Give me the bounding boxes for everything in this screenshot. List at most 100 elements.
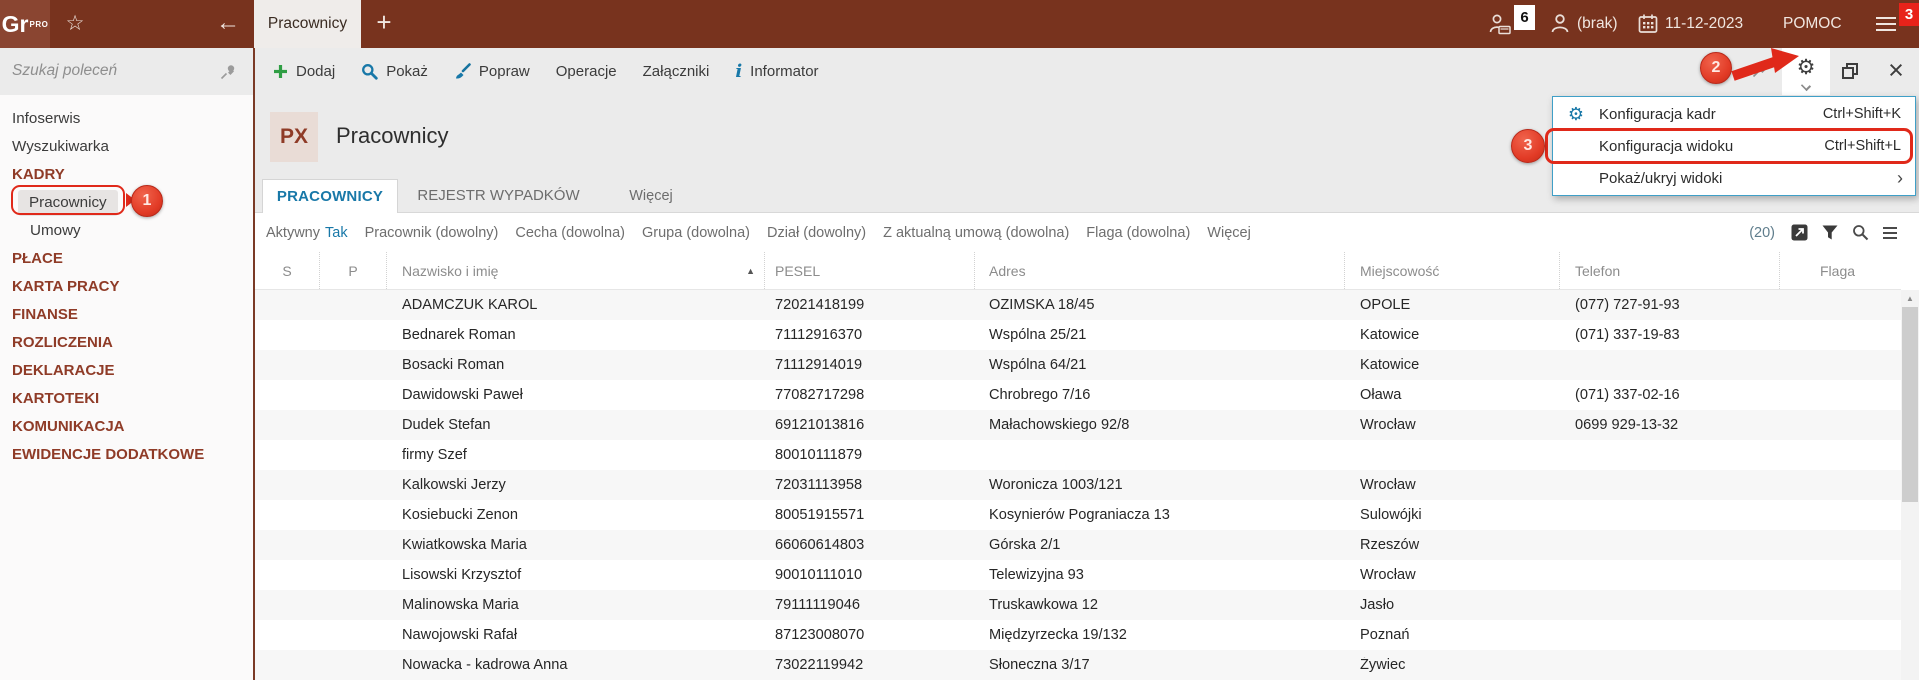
sidebar-item-infoserwis[interactable]: Infoserwis [0, 105, 253, 133]
filter-funnel-icon[interactable] [1822, 225, 1838, 240]
cell-city: Rzeszów [1360, 537, 1420, 553]
tab-wiecej[interactable]: Więcej [623, 179, 679, 213]
sidebar-item-umowy[interactable]: Umowy [0, 217, 253, 245]
tab-rejestr-wypadkow[interactable]: REJESTR WYPADKÓW [412, 179, 585, 213]
sidebar-item-wyszukiwarka[interactable]: Wyszukiwarka [0, 133, 253, 161]
cell-pesel: 72021418199 [775, 297, 865, 313]
plus-icon [274, 65, 287, 78]
close-button[interactable]: × [1879, 48, 1913, 95]
sessions-button[interactable] [1487, 0, 1514, 48]
filter-umowa[interactable]: Z aktualną umową (dowolna) [883, 225, 1069, 241]
cell-pesel: 73022119942 [775, 657, 864, 673]
table-row[interactable]: Malinowska Maria 79111119046 Truskawkowa 1… [255, 590, 1901, 620]
add-button[interactable]: Dodaj [260, 48, 348, 95]
column-header-telefon[interactable]: Telefon [1560, 252, 1780, 289]
cell-phone: (071) 337-02-16 [1575, 387, 1680, 403]
column-header-p[interactable]: P [320, 252, 387, 289]
scrollbar-thumb[interactable] [1902, 307, 1918, 502]
command-search-zone [0, 48, 253, 95]
help-button[interactable]: POMOC [1783, 0, 1842, 48]
filter-wiecej[interactable]: Więcej [1207, 225, 1251, 241]
table-row[interactable]: Kalkowski Jerzy 72031113958 Woronicza 1003… [255, 470, 1901, 500]
command-search-input[interactable] [10, 56, 210, 86]
current-date: 11-12-2023 [1665, 15, 1744, 32]
sidebar-divider [253, 48, 255, 680]
cell-pesel: 87123008070 [775, 627, 865, 643]
filter-aktywny[interactable]: Aktywny Tak [266, 225, 348, 241]
page-title: Pracownicy [336, 123, 449, 148]
cell-adres: Słoneczna 3/17 [989, 657, 1090, 673]
column-header-name[interactable]: Nazwisko i imię ▲ [387, 252, 765, 289]
sidebar-category-komunikacja[interactable]: KOMUNIKACJA [0, 413, 253, 441]
scroll-up-icon[interactable]: ▲ [1901, 290, 1919, 307]
date-button[interactable]: 11-12-2023 [1638, 0, 1743, 48]
operations-button[interactable]: Operacje [543, 48, 630, 95]
table-header: S P Nazwisko i imię ▲ PESEL Adres Miejsc… [255, 252, 1901, 290]
column-header-pesel[interactable]: PESEL [765, 252, 975, 289]
table-row[interactable]: Dawidowski Paweł 77082717298 Chrobrego 7/1… [255, 380, 1901, 410]
table-row[interactable]: Kwiatkowska Maria 66060614803 Górska 2/1 Rz… [255, 530, 1901, 560]
column-header-s[interactable]: S [255, 252, 320, 289]
cell-city: Poznań [1360, 627, 1410, 643]
filter-grupa[interactable]: Grupa (dowolna) [642, 225, 750, 241]
cell-name: Bosacki Roman [402, 357, 505, 373]
user-button[interactable]: (brak) [1549, 0, 1617, 48]
sidebar-category-kartoteki[interactable]: KARTOTEKI [0, 385, 253, 413]
cell-city: Wrocław [1360, 477, 1416, 493]
filter-cecha[interactable]: Cecha (dowolna) [515, 225, 625, 241]
column-header-miejscowosc[interactable]: Miejscowość [1345, 252, 1560, 289]
table-row[interactable]: firmy Szef 80010111879 [255, 440, 1901, 470]
sidebar-category-karta-pracy[interactable]: KARTA PRACY [0, 273, 253, 301]
informator-button[interactable]: i Informator [722, 48, 831, 95]
user-icon [1551, 14, 1569, 33]
cell-city: Żywiec [1360, 657, 1406, 673]
main-menu-button[interactable] [1876, 0, 1896, 48]
filter-aktywny-value[interactable]: Tak [325, 225, 348, 241]
search-list-icon[interactable] [1852, 224, 1869, 241]
table-row[interactable]: Bednarek Roman 71112916370 Wspólna 25/21 Ka… [255, 320, 1901, 350]
column-header-flaga[interactable]: Flaga [1780, 252, 1901, 289]
table-row[interactable]: Nawojowski Rafał 87123008070 Międzyrzecka … [255, 620, 1901, 650]
show-button[interactable]: Pokaż [348, 48, 441, 95]
filter-dzial[interactable]: Dział (dowolny) [767, 225, 866, 241]
help-label: POMOC [1783, 15, 1842, 32]
table-row[interactable]: Dudek Stefan 69121013816 Małachowskiego 92… [255, 410, 1901, 440]
show-label: Pokaż [386, 63, 428, 80]
app-logo[interactable]: Gr PRO [0, 0, 50, 48]
window-tab-pracownicy[interactable]: Pracownicy [254, 0, 361, 48]
table-row[interactable]: Lisowski Krzysztof 90010111010 Telewizyjna… [255, 560, 1901, 590]
filter-flaga[interactable]: Flaga (dowolna) [1086, 225, 1190, 241]
annotation-circle-3: 3 [1511, 129, 1545, 163]
sidebar-category-finanse[interactable]: FINANSE [0, 301, 253, 329]
column-header-adres[interactable]: Adres [975, 252, 1345, 289]
pin-icon[interactable] [220, 63, 237, 80]
list-menu-icon[interactable] [1883, 224, 1897, 242]
sidebar-category-place[interactable]: PŁACE [0, 245, 253, 273]
menu-item-konfiguracja-kadr[interactable]: ⚙ Konfiguracja kadr Ctrl+Shift+K [1553, 98, 1915, 130]
cell-name: Dawidowski Paweł [402, 387, 523, 403]
filter-pracownik[interactable]: Pracownik (dowolny) [365, 225, 499, 241]
new-tab-button[interactable]: + [366, 0, 402, 48]
restore-window-button[interactable] [1842, 63, 1858, 79]
cell-name: Dudek Stefan [402, 417, 491, 433]
attachments-label: Załączniki [642, 63, 710, 80]
cell-name: Lisowski Krzysztof [402, 567, 522, 583]
table-row[interactable]: Bosacki Roman 71112914019 Wspólna 64/21 Kat… [255, 350, 1901, 380]
tab-pracownicy[interactable]: PRACOWNICY [262, 179, 398, 213]
cell-phone: 0699 929-13-32 [1575, 417, 1679, 433]
table-row[interactable]: Kosiebucki Zenon 80051915571 Kosynierów Po… [255, 500, 1901, 530]
menu-item-pokaz-ukryj-widoki[interactable]: Pokaż/ukryj widoki › [1553, 162, 1915, 194]
sidebar-category-rozliczenia[interactable]: ROZLICZENIA [0, 329, 253, 357]
annotation-rect-step3 [1545, 128, 1913, 164]
expand-icon[interactable] [1791, 224, 1808, 241]
favorites-star-icon[interactable]: ☆ [60, 0, 90, 48]
back-arrow-icon[interactable]: ← [208, 0, 248, 48]
vertical-scrollbar[interactable]: ▲ [1901, 290, 1919, 680]
table-row[interactable]: ADAMCZUK KAROL 72021418199 OZIMSKA 18/45 OP… [255, 290, 1901, 320]
edit-button[interactable]: Popraw [441, 48, 543, 95]
attachments-button[interactable]: Załączniki [630, 48, 723, 95]
cell-adres: Wspólna 25/21 [989, 327, 1087, 343]
table-row[interactable]: Nowacka - kadrowa Anna 73022119942 Słonecz… [255, 650, 1901, 680]
sidebar-category-deklaracje[interactable]: DEKLARACJE [0, 357, 253, 385]
sidebar-category-ewidencje[interactable]: EWIDENCJE DODATKOWE [0, 441, 253, 469]
